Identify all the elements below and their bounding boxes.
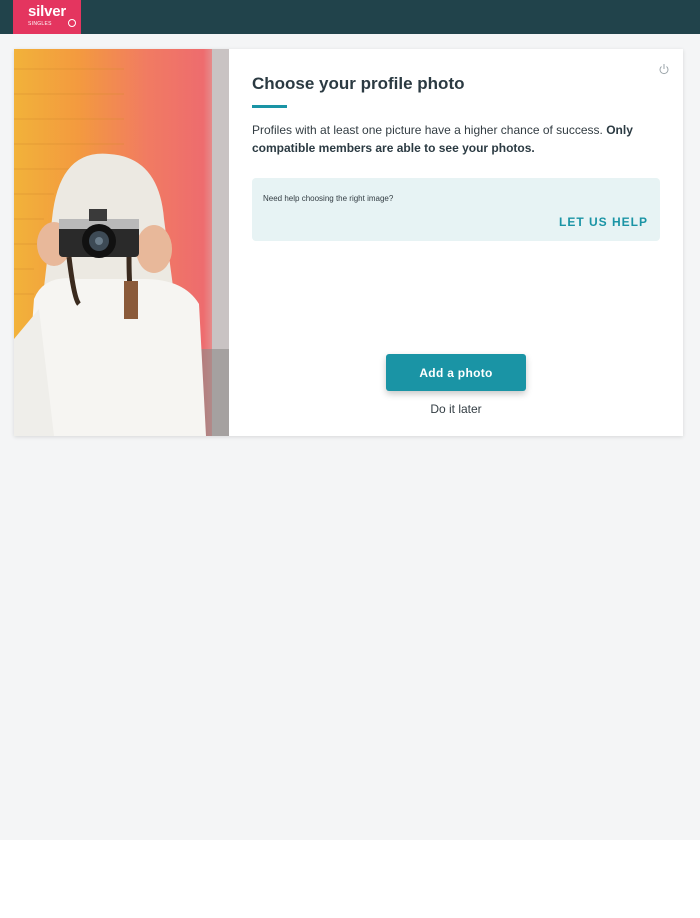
woman-with-camera-photo: [14, 49, 229, 436]
add-photo-button[interactable]: Add a photo: [386, 354, 526, 391]
profile-photo-card: Choose your profile photo Profiles with …: [14, 49, 683, 436]
help-box: Need help choosing the right image? LET …: [252, 178, 660, 241]
logo-brand: silver: [28, 3, 66, 20]
title-underline: [252, 105, 287, 108]
power-icon[interactable]: [658, 63, 670, 75]
do-it-later-link[interactable]: Do it later: [386, 402, 526, 416]
description-text: Profiles with at least one picture have …: [252, 123, 607, 137]
logo-heart-icon: [68, 19, 76, 27]
help-question: Need help choosing the right image?: [263, 194, 394, 203]
card-title: Choose your profile photo: [252, 74, 465, 93]
silver-singles-logo[interactable]: silver SINGLES: [13, 0, 81, 34]
top-bar: silver SINGLES: [0, 0, 700, 34]
let-us-help-link[interactable]: LET US HELP: [559, 215, 648, 229]
card-description: Profiles with at least one picture have …: [252, 121, 662, 157]
logo-subtitle: SINGLES: [28, 21, 52, 27]
